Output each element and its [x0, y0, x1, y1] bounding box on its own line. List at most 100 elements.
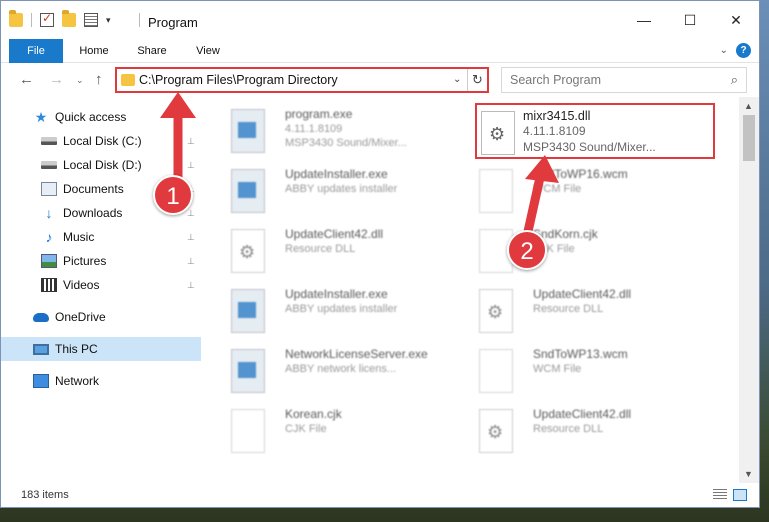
ribbon-right-controls: ⌄ ? [720, 43, 751, 58]
file-description: MSP3430 Sound/Mixer... [523, 140, 656, 154]
application-icon [231, 349, 265, 393]
annotation-badge-1: 1 [153, 175, 193, 215]
recent-locations-dropdown[interactable]: ⌄ [76, 75, 84, 86]
ribbon-tabs: File Home Share View ⌄ ? [1, 39, 759, 63]
file-description: ABBY updates installer [285, 303, 398, 315]
pin-icon: ⊥ [187, 232, 195, 242]
file-type: Resource DLL [533, 423, 604, 435]
scroll-down-icon[interactable]: ▼ [744, 469, 753, 479]
sidebar-item-label: Network [55, 374, 100, 388]
address-path[interactable]: C:\Program Files\Program Directory [139, 73, 338, 87]
back-button[interactable]: ← [19, 71, 34, 88]
address-dropdown-icon[interactable]: ⌄ [453, 74, 461, 85]
search-icon: ⌕ [730, 72, 738, 87]
annotation-badge-2: 2 [507, 230, 547, 270]
item-count: 183 items [21, 489, 69, 501]
cloud-icon [33, 312, 49, 322]
disk-icon [41, 137, 57, 145]
file-item-sndtowp13-wcm[interactable]: SndToWP13.wcm WCM File [451, 343, 691, 399]
file-name: UpdateInstaller.exe [285, 167, 388, 181]
file-item-sndtowp16-wcm[interactable]: SndToWP16.wcm WCM File [451, 163, 691, 219]
new-folder-icon[interactable] [62, 10, 76, 27]
toolbar-divider [31, 13, 32, 27]
application-icon [231, 169, 265, 213]
application-icon [231, 289, 265, 333]
file-name: program.exe [285, 107, 353, 121]
pictures-icon [41, 254, 57, 268]
sidebar-item-pictures[interactable]: Pictures ⊥ [1, 249, 201, 273]
sidebar-item-label: Documents [63, 182, 124, 196]
sidebar-item-label: Videos [63, 278, 100, 292]
customize-toolbar-dropdown-icon[interactable]: ▾ [106, 15, 111, 26]
file-item-updateclient42-dll-2[interactable]: UpdateClient42.dll Resource DLL [451, 283, 691, 339]
refresh-button[interactable]: ↻ [467, 69, 487, 91]
sidebar-item-onedrive[interactable]: OneDrive [1, 305, 201, 329]
dll-gear-icon [481, 111, 515, 155]
file-item-program-exe[interactable]: program.exe 4.11.1.8109 MSP3430 Sound/Mi… [203, 103, 443, 159]
file-item-mixr3415-dll[interactable]: mixr3415.dll 4.11.1.8109 MSP3430 Sound/M… [475, 103, 715, 159]
sidebar-item-videos[interactable]: Videos ⊥ [1, 273, 201, 297]
tab-share[interactable]: Share [131, 39, 173, 63]
pin-icon: ⊥ [187, 280, 195, 290]
music-icon: ♪ [45, 229, 53, 245]
window-title: Program [148, 15, 198, 30]
address-bar[interactable]: C:\Program Files\Program Directory ⌄ ↻ [115, 67, 489, 93]
sidebar-item-label: This PC [55, 342, 98, 356]
window-controls: — ☐ ✕ [621, 1, 759, 39]
sidebar-item-music[interactable]: ♪ Music ⊥ [1, 225, 201, 249]
application-icon [231, 109, 265, 153]
scroll-up-icon[interactable]: ▲ [744, 101, 753, 111]
status-bar: 183 items [1, 483, 759, 507]
dll-gear-icon [479, 289, 513, 333]
close-button[interactable]: ✕ [713, 1, 759, 39]
sidebar-item-label: Music [63, 230, 95, 244]
sidebar-item-label: Quick access [55, 110, 127, 124]
scroll-thumb[interactable] [743, 115, 755, 161]
file-item-updateclient42-dll[interactable]: UpdateClient42.dll Resource DLL [203, 223, 443, 279]
address-row: ← → ⌄ ↑ C:\Program Files\Program Directo… [1, 63, 759, 97]
disk-icon [41, 161, 57, 169]
search-box[interactable]: Search Program ⌕ [501, 67, 747, 93]
sidebar-item-network[interactable]: Network [1, 369, 201, 393]
file-icon [479, 349, 513, 393]
file-name: UpdateClient42.dll [533, 407, 632, 421]
file-version: 4.11.1.8109 [285, 123, 343, 135]
sidebar-item-this-pc[interactable]: This PC [1, 337, 201, 361]
file-name: UpdateInstaller.exe [285, 287, 388, 301]
quick-access-toolbar: ▾ [9, 10, 111, 27]
file-item-networklicenseserver-exe[interactable]: NetworkLicenseServer.exe ABBY network li… [203, 343, 443, 399]
sidebar-item-label: Local Disk (C:) [63, 134, 142, 148]
tab-view[interactable]: View [189, 39, 227, 63]
vertical-scrollbar[interactable]: ▲ ▼ [739, 97, 759, 483]
search-input[interactable]: Search Program [510, 73, 601, 87]
large-icons-view-icon[interactable] [733, 489, 747, 501]
help-icon[interactable]: ? [736, 43, 751, 58]
expand-ribbon-icon[interactable]: ⌄ [720, 45, 728, 56]
pin-icon: ⊥ [187, 256, 195, 266]
file-description: MSP3430 Sound/Mixer... [285, 137, 407, 149]
properties-icon[interactable] [84, 13, 98, 27]
file-item-updateinstaller-exe[interactable]: UpdateInstaller.exe ABBY updates install… [203, 163, 443, 219]
file-item-sndkorn-cjk[interactable]: SndKorn.cjk CJK File [451, 223, 691, 279]
file-type: CJK File [285, 423, 327, 435]
file-item-updateinstaller-exe-2[interactable]: UpdateInstaller.exe ABBY updates install… [203, 283, 443, 339]
minimize-button[interactable]: — [621, 1, 667, 39]
folder-icon[interactable] [9, 10, 23, 27]
sidebar-item-label: Downloads [63, 206, 123, 220]
star-icon: ★ [34, 109, 48, 125]
up-button[interactable]: ↑ [95, 71, 103, 88]
properties-check-icon[interactable] [40, 11, 54, 27]
tab-file[interactable]: File [9, 39, 63, 63]
file-item-korean-cjk[interactable]: Korean.cjk CJK File [203, 403, 443, 459]
title-divider [139, 13, 140, 27]
forward-button[interactable]: → [49, 71, 64, 88]
tab-home[interactable]: Home [73, 39, 115, 63]
file-type: WCM File [533, 363, 582, 375]
details-view-icon[interactable] [713, 489, 727, 501]
file-type: Resource DLL [533, 303, 604, 315]
pin-icon: ⊥ [187, 208, 195, 218]
file-name: NetworkLicenseServer.exe [285, 347, 428, 361]
maximize-button[interactable]: ☐ [667, 1, 713, 39]
sidebar-item-label: Pictures [63, 254, 107, 268]
file-item-updateclient42-dll-3[interactable]: UpdateClient42.dll Resource DLL [451, 403, 691, 459]
